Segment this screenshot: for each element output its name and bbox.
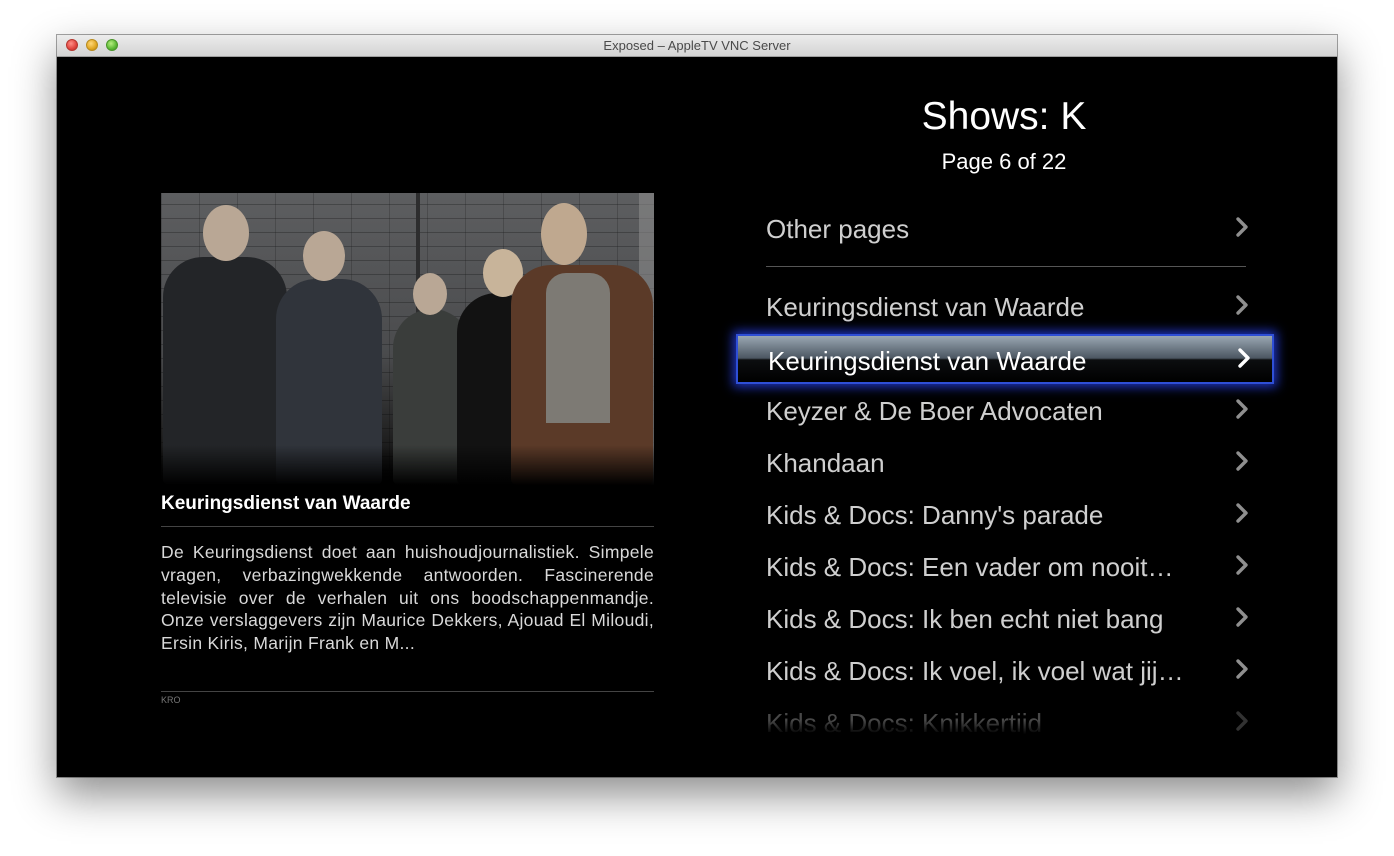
show-title: Keuringsdienst van Waarde <box>161 493 411 514</box>
chevron-right-icon <box>1236 503 1248 523</box>
chevron-right-icon <box>1236 659 1248 679</box>
menu-item-label: Kids & Docs: Een vader om nooit… <box>766 552 1174 582</box>
vnc-window: Exposed – AppleTV VNC Server Keuringsdie… <box>57 35 1337 777</box>
chevron-right-icon <box>1236 451 1248 471</box>
chevron-right-icon <box>1236 217 1248 237</box>
menu-item[interactable]: Kids & Docs: Een vader om nooit… <box>736 542 1274 592</box>
menu-item-label: Kids & Docs: Danny's parade <box>766 500 1104 530</box>
chevron-right-icon <box>1236 607 1248 627</box>
menu-item-label: Kids & Docs: Knikkertijd <box>766 708 1042 738</box>
menu-separator <box>766 266 1246 267</box>
page-indicator: Page 6 of 22 <box>941 149 1067 174</box>
menu-item[interactable]: Kids & Docs: Knikkertijd <box>736 698 1274 748</box>
detail-divider <box>161 526 654 527</box>
chevron-right-icon <box>1236 399 1248 419</box>
appletv-screen: Keuringsdienst van Waarde De Keuringsdie… <box>57 57 1337 777</box>
network-label: KRO <box>161 695 181 705</box>
window-title: Exposed – AppleTV VNC Server <box>603 38 791 53</box>
menu-item-label: Kids & Docs: Ik voel, ik voel wat jij… <box>766 656 1184 686</box>
title-bar[interactable]: Exposed – AppleTV VNC Server <box>57 35 1337 57</box>
menu-item[interactable]: Keyzer & De Boer Advocaten <box>736 386 1274 436</box>
chevron-right-icon <box>1236 555 1248 575</box>
menu-item-selected[interactable]: Keuringsdienst van Waarde <box>736 334 1274 384</box>
show-description: De Keuringsdienst doet aan huishoudjourn… <box>161 542 654 654</box>
chevron-right-icon <box>1236 711 1248 731</box>
show-photo <box>161 193 654 485</box>
detail-divider-bottom <box>161 691 654 692</box>
chevron-right-icon <box>1238 348 1250 368</box>
menu-item-label: Keyzer & De Boer Advocaten <box>766 396 1103 426</box>
menu-item-label: Keuringsdienst van Waarde <box>768 346 1087 376</box>
menu-item-label: Kids & Docs: Ik ben echt niet bang <box>766 604 1164 634</box>
menu-item[interactable]: Keuringsdienst van Waarde <box>736 282 1274 332</box>
menu-item[interactable]: Khandaan <box>736 438 1274 488</box>
page-title: Shows: K <box>921 95 1087 138</box>
menu-item-label: Khandaan <box>766 448 885 478</box>
chevron-right-icon <box>1236 295 1248 315</box>
menu-item[interactable]: Kids & Docs: Danny's parade <box>736 490 1274 540</box>
menu-item-other-pages[interactable]: Other pages <box>736 204 1274 254</box>
menu-item-label: Other pages <box>766 214 910 244</box>
menu-item[interactable]: Kids & Docs: Ik ben echt niet bang <box>736 594 1274 644</box>
menu-item[interactable]: Kids & Docs: Ik voel, ik voel wat jij… <box>736 646 1274 696</box>
menu-item-label: Keuringsdienst van Waarde <box>766 292 1085 322</box>
